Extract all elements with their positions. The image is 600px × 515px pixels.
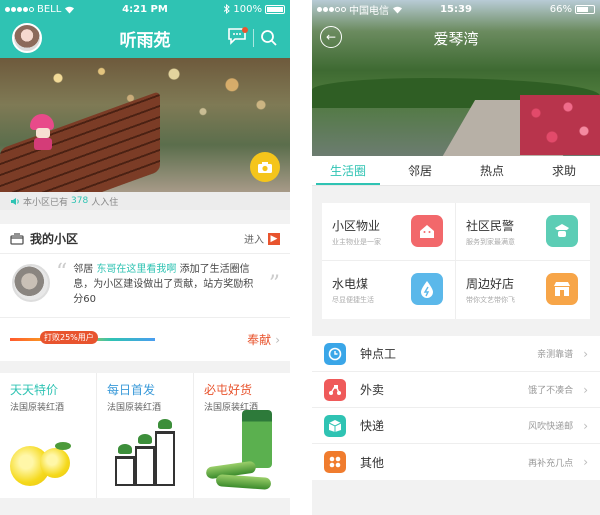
house-icon (411, 215, 443, 247)
progress-badge: 打败25%用户 (40, 331, 98, 344)
right-phone-screen: 中国电信 15:39 66% ← 爱琴湾 生活圈 邻居 热点 求助 小区物业 业… (312, 0, 600, 515)
resident-prefix: 本小区已有 (23, 197, 69, 208)
resident-suffix: 人入住 (91, 197, 119, 208)
service-utilities[interactable]: 水电煤 尽显便捷生活 (322, 261, 456, 319)
scooter-icon (324, 378, 346, 401)
service-shops[interactable]: 周边好店 带你文艺带你飞 (456, 261, 590, 319)
news-item[interactable]: “ 邻居 东哥在这里看我啊 添加了生活圈信息，为小区建设做出了贡献，站方奖励积分… (0, 254, 290, 311)
bench-shape (0, 90, 160, 192)
list-item-other[interactable]: 其他 再补充几点 › (312, 444, 600, 480)
chevron-right-icon: › (583, 382, 588, 397)
list-item-hourly-worker[interactable]: 钟点工 亲测靠谱 › (312, 336, 600, 372)
contribute-button[interactable]: 奉献 › (247, 331, 280, 348)
contribution-row[interactable]: 打败25%用户 奉献 › (0, 317, 290, 361)
tab-hot[interactable]: 热点 (456, 156, 528, 185)
news-text: 邻居 东哥在这里看我啊 添加了生活圈信息，为小区建设做出了贡献，站方奖励积分60 (73, 262, 263, 307)
promo-title: 必屯好货 (204, 383, 253, 397)
contribution-progress-bar: 打败25%用户 (10, 331, 155, 344)
grid-icon (324, 451, 346, 473)
chevron-right-icon: › (583, 418, 588, 433)
tab-help[interactable]: 求助 (528, 156, 600, 185)
promo-subtitle: 法国原装红酒 (10, 403, 65, 413)
doll-figure (30, 114, 56, 150)
list-item-desc: 再补充几点 (528, 458, 574, 469)
promo-title: 天天特价 (10, 383, 59, 397)
speaker-icon (11, 197, 19, 205)
police-icon (546, 215, 578, 247)
camera-button[interactable] (250, 152, 280, 182)
water-drop-icon (411, 273, 443, 305)
tab-life-circle[interactable]: 生活圈 (312, 156, 384, 185)
tab-bar: 生活圈 邻居 热点 求助 (312, 156, 600, 186)
chevron-right-icon: › (583, 455, 588, 469)
list-item-takeout[interactable]: 外卖 饿了不凑合 › (312, 372, 600, 408)
arrow-right-icon: ▶ (268, 232, 280, 245)
quote-close-icon: ” (268, 271, 280, 297)
service-property[interactable]: 小区物业 业主物业是一家 (322, 203, 456, 261)
list-item-desc: 亲测靠谱 (537, 350, 574, 360)
enter-label: 进入 (244, 235, 264, 246)
service-list: 钟点工 亲测靠谱 › 外卖 饿了不凑合 › 快递 风吹快递邮 › 其他 再补充几… (312, 336, 600, 480)
page-title: 爱琴湾 (433, 30, 479, 48)
news-prefix: 邻居 (73, 264, 94, 275)
service-police[interactable]: 社区民警 服务到家最满意 (456, 203, 590, 261)
promo-subtitle: 法国原装红酒 (107, 403, 162, 413)
promo-title: 每日首发 (107, 383, 156, 397)
list-item-label: 钟点工 (360, 347, 397, 361)
status-bar: BELL 4:21 PM 100% (0, 0, 290, 18)
promo-card-3[interactable]: 必屯好货 法国原装红酒 (194, 373, 290, 498)
community-icon (10, 232, 24, 245)
news-user[interactable]: 东哥在这里看我啊 (96, 264, 176, 275)
shop-icon (546, 273, 578, 305)
list-item-express[interactable]: 快递 风吹快递邮 › (312, 408, 600, 444)
list-item-label: 外卖 (360, 383, 385, 397)
resident-count-bar: 本小区已有 378 人入住 (0, 192, 290, 210)
contribute-label: 奉献 (247, 333, 272, 347)
notification-dot (242, 27, 248, 33)
nav-bar: 听雨苑 (0, 18, 290, 58)
status-time: 15:39 (440, 3, 472, 15)
list-item-desc: 饿了不凑合 (528, 386, 574, 396)
list-item-label: 其他 (360, 455, 385, 470)
neighbor-avatar (12, 264, 50, 302)
community-banner-image (0, 58, 290, 192)
chevron-right-icon: › (583, 346, 588, 361)
status-time: 4:21 PM (122, 3, 168, 15)
service-grid: 小区物业 业主物业是一家 社区民警 服务到家最满意 水电煤 尽显便捷生活 周边好… (322, 203, 590, 319)
quote-open-icon: “ (56, 260, 68, 285)
promo-row: 天天特价 法国原装红酒 每日首发 法国原装红酒 必屯好货 法国原装红酒 (0, 373, 290, 498)
resident-count: 378 (71, 196, 89, 206)
promo-card-1[interactable]: 天天特价 法国原装红酒 (0, 373, 97, 498)
list-item-label: 快递 (360, 419, 385, 433)
left-phone-screen: BELL 4:21 PM 100% 听雨苑 本小区已有 378 人入住 我的小区… (0, 0, 290, 515)
package-icon (324, 414, 346, 437)
message-button[interactable] (227, 27, 248, 49)
enter-community-button[interactable]: 进入 ▶ (244, 231, 280, 246)
status-bar: 中国电信 15:39 66% (312, 0, 600, 18)
tab-neighbors[interactable]: 邻居 (384, 156, 456, 185)
promo-card-2[interactable]: 每日首发 法国原装红酒 (97, 373, 194, 498)
clock-icon (324, 342, 346, 365)
chevron-right-icon: › (275, 332, 280, 347)
camera-icon (258, 161, 272, 173)
my-community-title: 我的小区 (30, 232, 79, 246)
my-community-card: 我的小区 进入 ▶ “ 邻居 东哥在这里看我啊 添加了生活圈信息，为小区建设做出… (0, 224, 290, 361)
list-item-desc: 风吹快递邮 (528, 422, 574, 432)
community-hero-image: 中国电信 15:39 66% ← 爱琴湾 (312, 0, 600, 156)
